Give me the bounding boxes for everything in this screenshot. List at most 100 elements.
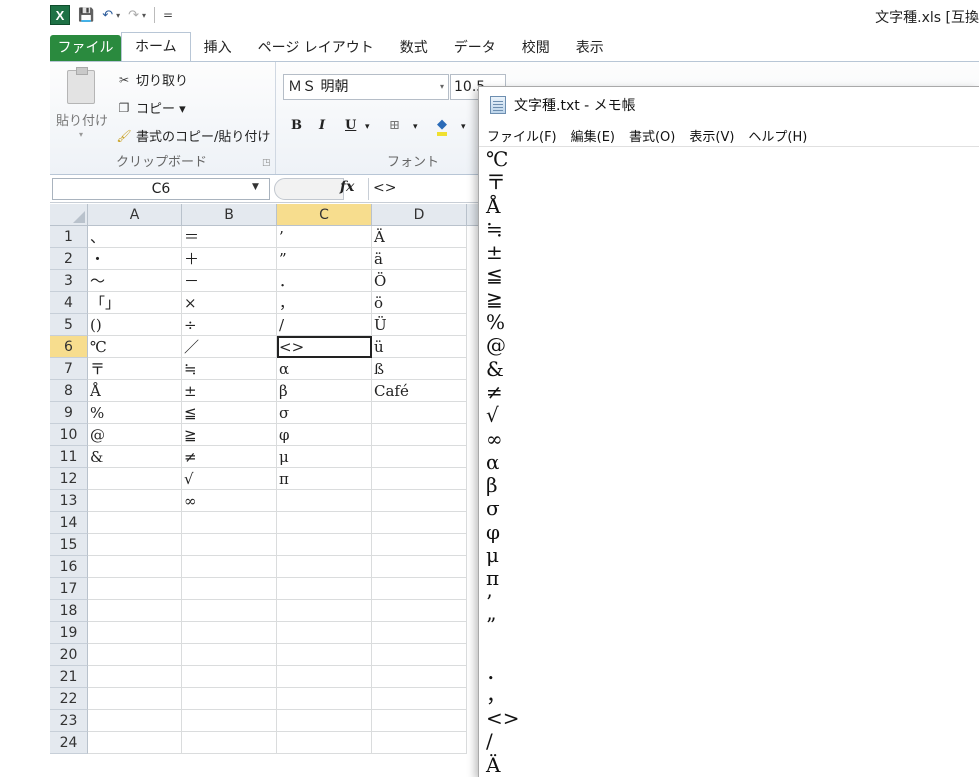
paste-icon[interactable] bbox=[67, 67, 95, 104]
cell-a23[interactable] bbox=[88, 710, 182, 732]
column-header-d[interactable]: D bbox=[372, 204, 467, 226]
notepad-menu-item[interactable]: ファイル(F) bbox=[479, 126, 564, 145]
cell-a22[interactable] bbox=[88, 688, 182, 710]
cell-c6[interactable]: <> bbox=[277, 336, 372, 358]
cell-b3[interactable]: － bbox=[182, 270, 277, 292]
cell-c9[interactable]: σ bbox=[277, 402, 372, 424]
column-header-a[interactable]: A bbox=[88, 204, 182, 226]
notepad-menu-item[interactable]: 書式(O) bbox=[622, 126, 682, 145]
italic-button[interactable]: I bbox=[319, 118, 325, 133]
cell-b7[interactable]: ≒ bbox=[182, 358, 277, 380]
cell-b22[interactable] bbox=[182, 688, 277, 710]
cell-d9[interactable] bbox=[372, 402, 467, 424]
cell-d19[interactable] bbox=[372, 622, 467, 644]
font-name-select[interactable]: ＭＳ 明朝 ▾ bbox=[283, 74, 449, 100]
notepad-titlebar[interactable]: 文字種.txt - メモ帳 bbox=[479, 87, 979, 123]
notepad-text-area[interactable]: ℃〒Å≒±≦≧%@&≠√∞αβσφμπ’”．，<>/Ää bbox=[479, 148, 979, 777]
cell-c11[interactable]: μ bbox=[277, 446, 372, 468]
row-header[interactable]: 5 bbox=[50, 314, 88, 336]
row-header[interactable]: 20 bbox=[50, 644, 88, 666]
paste-button-label[interactable]: 貼り付け bbox=[56, 110, 108, 129]
row-header[interactable]: 10 bbox=[50, 424, 88, 446]
row-header[interactable]: 4 bbox=[50, 292, 88, 314]
cell-b16[interactable] bbox=[182, 556, 277, 578]
customize-qat-icon[interactable]: = bbox=[163, 8, 173, 22]
tab-4[interactable]: 数式 bbox=[387, 35, 441, 61]
cell-d18[interactable] bbox=[372, 600, 467, 622]
row-header[interactable]: 23 bbox=[50, 710, 88, 732]
cell-c16[interactable] bbox=[277, 556, 372, 578]
cell-b2[interactable]: ＋ bbox=[182, 248, 277, 270]
cell-a21[interactable] bbox=[88, 666, 182, 688]
cell-d4[interactable]: ö bbox=[372, 292, 467, 314]
cell-a2[interactable]: ・ bbox=[88, 248, 182, 270]
cell-c12[interactable]: π bbox=[277, 468, 372, 490]
cell-b4[interactable]: × bbox=[182, 292, 277, 314]
row-header[interactable]: 6 bbox=[50, 336, 88, 358]
cell-b15[interactable] bbox=[182, 534, 277, 556]
cell-a24[interactable] bbox=[88, 732, 182, 754]
row-header[interactable]: 9 bbox=[50, 402, 88, 424]
cell-b12[interactable]: √ bbox=[182, 468, 277, 490]
cell-b19[interactable] bbox=[182, 622, 277, 644]
cell-b1[interactable]: ＝ bbox=[182, 226, 277, 248]
notepad-menu-item[interactable]: 編集(E) bbox=[564, 126, 622, 145]
tab-2[interactable]: 挿入 bbox=[191, 35, 245, 61]
select-all-corner[interactable] bbox=[50, 204, 88, 226]
cell-a11[interactable]: & bbox=[88, 446, 182, 468]
cell-c22[interactable] bbox=[277, 688, 372, 710]
cell-d5[interactable]: Ü bbox=[372, 314, 467, 336]
cell-d1[interactable]: Ä bbox=[372, 226, 467, 248]
cell-c8[interactable]: β bbox=[277, 380, 372, 402]
cell-c17[interactable] bbox=[277, 578, 372, 600]
cell-b10[interactable]: ≧ bbox=[182, 424, 277, 446]
cell-d14[interactable] bbox=[372, 512, 467, 534]
cell-c5[interactable]: / bbox=[277, 314, 372, 336]
tab-6[interactable]: 校閲 bbox=[509, 35, 563, 61]
cell-b6[interactable]: ／ bbox=[182, 336, 277, 358]
cell-b21[interactable] bbox=[182, 666, 277, 688]
cell-c1[interactable]: ’ bbox=[277, 226, 372, 248]
undo-icon[interactable]: ↶ bbox=[102, 8, 113, 23]
row-header[interactable]: 2 bbox=[50, 248, 88, 270]
clipboard-launcher-icon[interactable]: ◳ bbox=[262, 158, 271, 168]
cell-d8[interactable]: Café bbox=[372, 380, 467, 402]
tab-5[interactable]: データ bbox=[441, 35, 509, 61]
cell-b20[interactable] bbox=[182, 644, 277, 666]
cell-a7[interactable]: 〒 bbox=[88, 358, 182, 380]
cell-a3[interactable]: ～ bbox=[88, 270, 182, 292]
underline-dropdown-icon[interactable]: ▾ bbox=[365, 122, 370, 132]
cell-a15[interactable] bbox=[88, 534, 182, 556]
row-header[interactable]: 7 bbox=[50, 358, 88, 380]
cell-c24[interactable] bbox=[277, 732, 372, 754]
row-header[interactable]: 8 bbox=[50, 380, 88, 402]
cell-b17[interactable] bbox=[182, 578, 277, 600]
cell-d15[interactable] bbox=[372, 534, 467, 556]
name-box[interactable]: C6 bbox=[52, 178, 270, 200]
row-header[interactable]: 18 bbox=[50, 600, 88, 622]
cell-d23[interactable] bbox=[372, 710, 467, 732]
cell-c18[interactable] bbox=[277, 600, 372, 622]
cell-c21[interactable] bbox=[277, 666, 372, 688]
paste-dropdown-icon[interactable]: ▾ bbox=[79, 130, 83, 139]
tab-0[interactable]: ファイル bbox=[50, 35, 121, 61]
cell-a12[interactable] bbox=[88, 468, 182, 490]
cut-button[interactable]: ✂ 切り取り bbox=[116, 70, 188, 90]
chevron-down-icon[interactable]: ▾ bbox=[440, 75, 444, 99]
insert-function-icon[interactable]: fx bbox=[340, 179, 354, 195]
row-header[interactable]: 11 bbox=[50, 446, 88, 468]
row-header[interactable]: 15 bbox=[50, 534, 88, 556]
fill-color-dropdown-icon[interactable]: ▾ bbox=[461, 122, 466, 132]
row-header[interactable]: 21 bbox=[50, 666, 88, 688]
cell-d10[interactable] bbox=[372, 424, 467, 446]
cell-d20[interactable] bbox=[372, 644, 467, 666]
notepad-menu-item[interactable]: ヘルプ(H) bbox=[741, 126, 814, 145]
cell-a4[interactable]: 「」 bbox=[88, 292, 182, 314]
cell-c2[interactable]: ” bbox=[277, 248, 372, 270]
cell-c20[interactable] bbox=[277, 644, 372, 666]
cell-a10[interactable]: @ bbox=[88, 424, 182, 446]
cell-d16[interactable] bbox=[372, 556, 467, 578]
cell-d7[interactable]: ß bbox=[372, 358, 467, 380]
row-header[interactable]: 1 bbox=[50, 226, 88, 248]
save-icon[interactable]: 💾 bbox=[78, 8, 94, 23]
